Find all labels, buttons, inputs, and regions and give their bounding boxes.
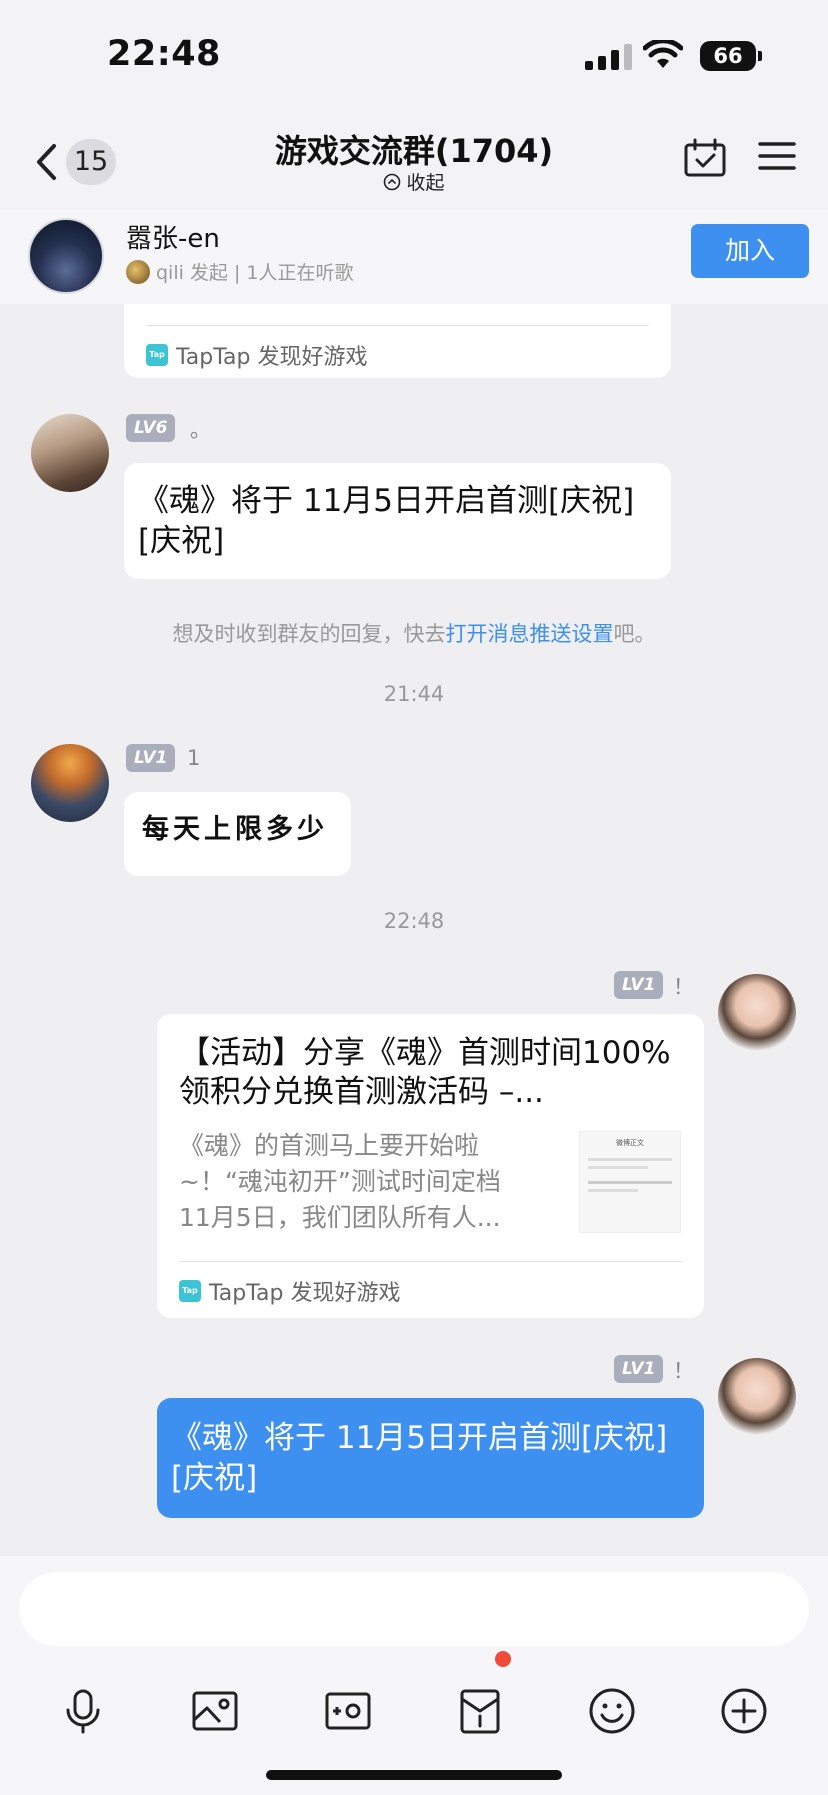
nav-bar: 15 游戏交流群(1704) 收起 xyxy=(0,112,828,210)
sender-name[interactable]: ！ xyxy=(673,971,694,1001)
shared-link-card[interactable]: 【活动】分享《魂》首测时间100%领积分兑换首测激活码 –... 《魂》的首测马… xyxy=(157,1014,704,1318)
calendar-check-icon[interactable] xyxy=(683,138,727,178)
listen-song-name: 嚣张-en xyxy=(126,224,220,254)
card-footer: Tap TapTap 发现好游戏 xyxy=(179,1275,400,1307)
listen-subtitle-text: qili 发起 | 1人正在听歌 xyxy=(156,262,354,284)
system-tip-prefix: 想及时收到群友的回复，快去 xyxy=(172,622,446,646)
status-bar: 22:48 66 xyxy=(0,0,828,112)
level-badge: LV1 xyxy=(614,1355,664,1383)
menu-icon[interactable] xyxy=(758,140,796,172)
collapse-label: 收起 xyxy=(406,172,445,194)
red-packet-icon[interactable] xyxy=(455,1686,505,1736)
card-thumbnail: 微博正文 xyxy=(579,1131,681,1233)
starter-avatar xyxy=(126,259,150,284)
card-footer: Tap TapTap 发现好游戏 xyxy=(146,339,367,371)
message-text: 每天上限多少 xyxy=(142,814,328,845)
card-footer-text: TapTap 发现好游戏 xyxy=(209,1281,401,1306)
level-badge: LV1 xyxy=(126,744,176,772)
plus-icon[interactable] xyxy=(719,1686,769,1736)
message-bubble-self[interactable]: 《魂》将于 11月5日开启首测[庆祝][庆祝] xyxy=(157,1398,704,1518)
card-footer-text: TapTap 发现好游戏 xyxy=(176,345,368,370)
time-divider: 21:44 xyxy=(383,682,445,706)
home-indicator xyxy=(266,1770,562,1780)
message-bubble[interactable]: 每天上限多少 xyxy=(124,792,351,876)
listen-subtitle: qili 发起 | 1人正在听歌 xyxy=(126,258,354,285)
message-text: 《魂》将于 11月5日开启首测[庆祝][庆祝] xyxy=(171,1420,668,1496)
notification-dot xyxy=(495,1651,511,1667)
message-bubble[interactable]: 《魂》将于 11月5日开启首测[庆祝][庆祝] xyxy=(124,463,671,579)
sender-name[interactable]: 1 xyxy=(187,746,200,770)
battery-nub xyxy=(758,51,762,61)
taptap-icon: Tap xyxy=(146,344,168,366)
message-input[interactable] xyxy=(19,1572,809,1646)
sender-name[interactable]: ！ xyxy=(673,1355,694,1385)
cellular-signal-icon xyxy=(585,44,632,70)
self-avatar[interactable] xyxy=(718,1358,796,1436)
chevron-up-circle-icon xyxy=(384,173,401,190)
listen-avatar xyxy=(28,218,104,294)
message-text: 《魂》将于 11月5日开启首测[庆祝][庆祝] xyxy=(138,483,635,559)
thumb-title: 微博正文 xyxy=(616,1139,644,1147)
level-badge: LV6 xyxy=(126,414,176,442)
listen-together-banner[interactable]: 嚣张-en qili 发起 | 1人正在听歌 加入 xyxy=(0,210,828,304)
emoji-icon[interactable] xyxy=(587,1686,637,1736)
card-divider xyxy=(146,325,649,326)
sender-name[interactable]: 。 xyxy=(190,414,211,444)
chat-area[interactable]: Tap TapTap 发现好游戏 LV6 。 《魂》将于 11月5日开启首测[庆… xyxy=(0,304,828,1556)
avatar[interactable] xyxy=(31,744,109,822)
battery-indicator: 66 xyxy=(700,41,756,71)
push-settings-link[interactable]: 打开消息推送设置 xyxy=(446,622,614,646)
system-tip-suffix: 吧。 xyxy=(613,622,656,646)
join-button[interactable]: 加入 xyxy=(691,224,809,278)
shared-card-partial[interactable]: Tap TapTap 发现好游戏 xyxy=(124,304,671,378)
self-avatar[interactable] xyxy=(718,974,796,1052)
avatar[interactable] xyxy=(31,414,109,492)
card-title: 【活动】分享《魂》首测时间100%领积分兑换首测激活码 –... xyxy=(179,1035,671,1110)
time-divider: 22:48 xyxy=(383,909,445,933)
taptap-icon: Tap xyxy=(179,1280,201,1302)
status-time: 22:48 xyxy=(107,34,221,74)
image-icon[interactable] xyxy=(190,1686,240,1736)
card-description: 《魂》的首测马上要开始啦~！“魂沌初开”测试时间定档11月5日，我们团队所有人.… xyxy=(179,1131,501,1232)
card-divider xyxy=(179,1261,682,1262)
camera-icon[interactable] xyxy=(323,1686,373,1736)
microphone-icon[interactable] xyxy=(58,1686,108,1736)
wifi-icon xyxy=(643,40,683,68)
level-badge: LV1 xyxy=(614,971,664,999)
system-tip: 想及时收到群友的回复，快去打开消息推送设置吧。 xyxy=(0,618,828,648)
input-area xyxy=(0,1556,828,1795)
